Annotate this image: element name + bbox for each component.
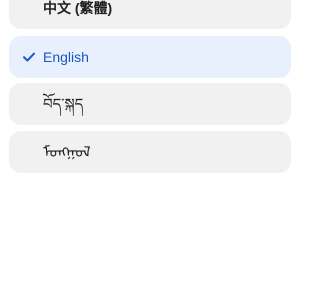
language-option-label: བོད་སྐད	[43, 95, 84, 113]
language-option-label: ᠮᠣᠩᠭᠣᠯ	[43, 143, 91, 161]
language-option-chinese-traditional[interactable]: 中文 (繁體)	[9, 0, 291, 29]
check-icon	[22, 50, 36, 64]
language-option-tibetan[interactable]: བོད་སྐད	[9, 83, 291, 125]
language-option-label: English	[43, 49, 89, 65]
language-option-english[interactable]: English	[9, 36, 291, 78]
language-option-mongolian[interactable]: ᠮᠣᠩᠭᠣᠯ	[9, 131, 291, 173]
language-picker-screen: 中文 (繁體) English བོད་སྐད ᠮᠣᠩᠭᠣᠯ	[0, 0, 300, 300]
language-option-label: 中文 (繁體)	[43, 0, 113, 16]
